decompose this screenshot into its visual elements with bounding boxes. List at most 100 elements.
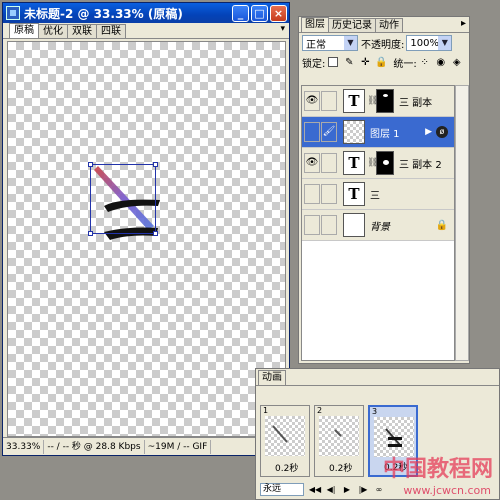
transform-handle-br[interactable] <box>153 231 158 236</box>
animation-panel: 动画 1 0.2秒 2 0.2秒 3 0.2秒 永远 ◀◀ ◀| ▶ |▶ ∞ … <box>255 368 500 500</box>
first-frame-icon[interactable]: ◀◀ <box>308 483 322 496</box>
document-statusbar: 33.33% -- / -- 秒 @ 28.8 Kbps ~19M / -- G… <box>3 437 289 455</box>
layer-link-cell[interactable] <box>321 153 337 173</box>
prev-frame-icon[interactable]: ◀| <box>324 483 338 496</box>
unify-position-icon[interactable]: ⁘ <box>419 57 431 68</box>
tab-layers[interactable]: 图层 <box>301 17 329 32</box>
zoom-level[interactable]: 33.33% <box>3 439 45 454</box>
pixel-layer-thumbnail <box>343 120 365 144</box>
tab-animation[interactable]: 动画 <box>258 370 286 385</box>
view-tabbar: 原稿 优化 双联 四联 ▾ <box>3 23 289 39</box>
layer-mask-thumbnail[interactable] <box>376 89 394 113</box>
brush-icon[interactable]: 🖌 <box>321 122 337 142</box>
blend-mode-select[interactable]: 正常 ▼ <box>302 35 358 51</box>
layer-link-cell[interactable] <box>321 91 337 111</box>
chevron-down-icon: ▼ <box>438 36 452 50</box>
document-title: 未标题-2 @ 33.33% (原稿) <box>24 6 183 21</box>
frame-artwork <box>272 425 288 443</box>
panel-menu-icon[interactable]: ▸ <box>461 18 466 29</box>
text-layer-thumbnail: T <box>343 151 365 175</box>
frame-number: 3 <box>372 407 378 416</box>
download-speed[interactable]: -- / -- 秒 @ 28.8 Kbps <box>44 439 145 454</box>
layer-link-cell[interactable] <box>321 184 337 204</box>
transform-bounding-box[interactable] <box>88 162 158 236</box>
transform-handle-bl[interactable] <box>88 231 93 236</box>
layer-row[interactable]: T 三 <box>302 179 454 210</box>
lock-icon: 🔒 <box>435 219 448 231</box>
tween-icon[interactable]: ∞ <box>372 483 386 496</box>
tab-original[interactable]: 原稿 <box>9 23 39 38</box>
file-size[interactable]: ~19M / -- GIF <box>145 439 212 454</box>
tab-2up[interactable]: 双联 <box>67 24 97 38</box>
layers-scrollbar[interactable] <box>455 85 469 361</box>
unify-visibility-icon[interactable]: ◉ <box>435 57 447 68</box>
close-button[interactable]: × <box>270 4 287 22</box>
opacity-field[interactable]: 100% ▼ <box>406 35 453 51</box>
photoshop-icon <box>6 6 20 20</box>
layer-row[interactable]: 👁 T ⛓ 三 副本 <box>302 86 454 117</box>
transform-handle-tl[interactable] <box>88 162 93 167</box>
next-frame-icon[interactable]: |▶ <box>356 483 370 496</box>
layer-link-cell[interactable] <box>321 215 337 235</box>
layer-mask-thumbnail[interactable] <box>376 151 394 175</box>
layer-name: 背景 <box>370 221 390 233</box>
animation-panel-tabs: 动画 <box>256 369 499 386</box>
maximize-button[interactable]: □ <box>251 4 268 22</box>
eye-icon[interactable] <box>304 122 320 142</box>
tab-4up[interactable]: 四联 <box>96 24 126 38</box>
layer-effects-icon[interactable]: ø <box>436 126 448 138</box>
blend-mode-value: 正常 <box>306 39 326 51</box>
background-thumbnail <box>343 213 365 237</box>
minimize-button[interactable]: _ <box>232 4 249 22</box>
animation-frame[interactable]: 1 0.2秒 <box>260 405 310 477</box>
lock-row: 锁定: ✎ ✛ 🔒 统一: ⁘ ◉ ◈ <box>299 53 469 71</box>
layers-panel: 图层 历史记录 动作 ▸ 正常 ▼ 不透明度: 100% ▼ 锁定: ✎ ✛ 🔒… <box>298 16 470 364</box>
layer-row-active[interactable]: 🖌 图层 1 ▶ ø <box>302 117 454 148</box>
frame-delay[interactable]: 0.2秒 <box>275 461 298 474</box>
lock-pixels-icon[interactable]: ✎ <box>343 57 355 68</box>
watermark-url: www.jcwcn.com <box>403 484 491 497</box>
lock-position-icon[interactable]: ✛ <box>359 57 371 68</box>
blend-row: 正常 ▼ 不透明度: 100% ▼ <box>299 33 469 53</box>
layer-row[interactable]: 👁 T ⛓ 三 副本 2 <box>302 148 454 179</box>
layers-panel-tabs: 图层 历史记录 动作 ▸ <box>299 17 469 33</box>
document-titlebar[interactable]: 未标题-2 @ 33.33% (原稿) _ □ × <box>3 3 289 23</box>
watermark-logo: 中国教程网 <box>382 456 493 482</box>
transform-handle-tr[interactable] <box>153 162 158 167</box>
eye-icon[interactable]: 👁 <box>304 153 320 173</box>
frame-delay[interactable]: 0.2秒 <box>329 461 352 474</box>
frame-number: 1 <box>263 406 269 415</box>
lock-all-icon[interactable]: 🔒 <box>375 57 387 68</box>
tab-history[interactable]: 历史记录 <box>328 18 376 32</box>
eye-icon[interactable] <box>304 184 320 204</box>
unify-style-icon[interactable]: ◈ <box>451 57 463 68</box>
expand-effects-icon[interactable]: ▶ <box>425 127 432 137</box>
frame-number: 2 <box>317 406 323 415</box>
layer-row-background[interactable]: 背景 🔒 <box>302 210 454 241</box>
document-window: 未标题-2 @ 33.33% (原稿) _ □ × 原稿 优化 双联 四联 ▾ <box>2 2 290 456</box>
tab-optimized[interactable]: 优化 <box>38 24 68 38</box>
text-layer-thumbnail: T <box>343 89 365 113</box>
chain-link-icon[interactable]: ⛓ <box>367 96 378 106</box>
lock-transparency-checkbox[interactable] <box>328 57 339 67</box>
unify-label: 统一: <box>393 58 417 70</box>
eye-icon[interactable]: 👁 <box>304 91 320 111</box>
animation-controls: 永远 ◀◀ ◀| ▶ |▶ ∞ <box>260 483 388 496</box>
lock-label: 锁定: <box>302 58 326 70</box>
opacity-value: 100% <box>410 37 439 49</box>
layer-list: 👁 T ⛓ 三 副本 🖌 图层 1 ▶ ø 👁 T ⛓ 三 副本 2 T 三 背… <box>301 85 455 361</box>
chevron-down-icon: ▼ <box>344 36 357 50</box>
loop-select[interactable]: 永远 <box>260 483 304 496</box>
animation-frame[interactable]: 2 0.2秒 <box>314 405 364 477</box>
layer-name: 三 副本 2 <box>399 159 442 171</box>
frame-thumbnail <box>265 416 305 456</box>
eye-icon[interactable] <box>304 215 320 235</box>
tab-actions[interactable]: 动作 <box>375 18 403 32</box>
document-canvas[interactable] <box>7 41 286 437</box>
canvas-artwork <box>94 166 160 240</box>
layer-name: 三 副本 <box>399 97 433 109</box>
layer-name: 三 <box>370 190 380 202</box>
play-icon[interactable]: ▶ <box>340 483 354 496</box>
tab-menu-icon[interactable]: ▾ <box>280 24 285 34</box>
chain-link-icon[interactable]: ⛓ <box>367 158 378 168</box>
